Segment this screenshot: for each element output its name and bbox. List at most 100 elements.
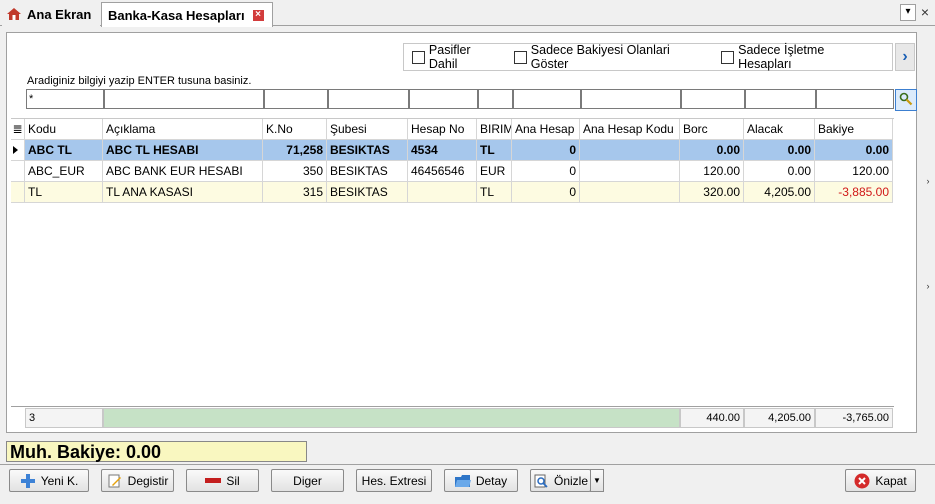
filter-input-birim[interactable] (478, 89, 513, 109)
table-row[interactable]: TL TL ANA KASASI 315 BESIKTAS TL 0 320.0… (11, 182, 894, 203)
column-header[interactable]: Borc (680, 119, 744, 140)
cell-kodu[interactable]: ABC TL (25, 140, 103, 161)
cell-borc[interactable]: 120.00 (680, 161, 744, 182)
cell-borc[interactable]: 0.00 (680, 140, 744, 161)
checkbox-box[interactable] (721, 50, 735, 64)
cell-anahesap[interactable]: 0 (512, 182, 580, 203)
tab-ana-ekran[interactable]: Ana Ekran (2, 2, 100, 26)
cell-anahesapkodu[interactable] (580, 140, 680, 161)
onizle-dropdown-icon[interactable]: ▼ (590, 469, 604, 492)
sil-label: Sil (226, 473, 240, 488)
muh-bakiye: Muh. Bakiye: 0.00 (6, 441, 307, 462)
kapat-button[interactable]: Kapat (845, 469, 916, 492)
row-indicator (11, 182, 25, 203)
cell-bakiye[interactable]: 120.00 (815, 161, 893, 182)
chevron-right-icon[interactable]: › (923, 281, 933, 291)
divider (0, 464, 935, 465)
cell-borc[interactable]: 320.00 (680, 182, 744, 203)
table-row[interactable]: ABC TL ABC TL HESABI 71,258 BESIKTAS 453… (11, 140, 894, 161)
cell-hesapno[interactable] (408, 182, 477, 203)
column-header[interactable]: Açıklama (103, 119, 263, 140)
sadece-bakiyesi-checkbox[interactable]: Sadece Bakiyesi Olanlari Göster (513, 43, 709, 71)
hes-extresi-label: Hes. Extresi (361, 473, 427, 488)
chevron-down-icon[interactable]: ▾ (900, 4, 916, 21)
detay-button[interactable]: Detay (444, 469, 518, 492)
checkbox-box[interactable] (513, 50, 527, 64)
cell-kno[interactable]: 71,258 (263, 140, 327, 161)
filter-input-borc[interactable] (681, 89, 745, 109)
filter-input-hesapno[interactable] (409, 89, 478, 109)
cell-kodu[interactable]: ABC_EUR (25, 161, 103, 182)
yeni-kayit-button[interactable]: Yeni K. (9, 469, 89, 492)
chevron-right-icon[interactable]: › (895, 43, 915, 71)
cell-hesapno[interactable]: 4534 (408, 140, 477, 161)
column-header[interactable]: Bakiye (815, 119, 893, 140)
cell-aciklama[interactable]: ABC BANK EUR HESABI (103, 161, 263, 182)
tab-strip: Ana Ekran Banka-Kasa Hesapları × ▾ × (0, 0, 935, 27)
column-header[interactable]: Kodu (25, 119, 103, 140)
column-header[interactable]: Ana Hesap (512, 119, 580, 140)
search-hint: Aradiginiz bilgiyi yazip ENTER tusuna ba… (27, 75, 252, 87)
cell-bakiye[interactable]: -3,885.00 (815, 182, 893, 203)
cell-birim[interactable]: TL (477, 182, 512, 203)
cell-kno[interactable]: 350 (263, 161, 327, 182)
cell-hesapno[interactable]: 46456546 (408, 161, 477, 182)
close-icon[interactable]: × (919, 4, 931, 21)
table-row[interactable]: ABC_EUR ABC BANK EUR HESABI 350 BESIKTAS… (11, 161, 894, 182)
cell-alacak[interactable]: 0.00 (744, 161, 815, 182)
cell-anahesap[interactable]: 0 (512, 140, 580, 161)
hes-extresi-button[interactable]: Hes. Extresi (356, 469, 432, 492)
filter-input-anahesapkodu[interactable] (581, 89, 681, 109)
column-header[interactable]: Alacak (744, 119, 815, 140)
degistir-button[interactable]: Degistir (101, 469, 174, 492)
folder-icon (454, 473, 471, 489)
filter-input-anahesap[interactable] (513, 89, 581, 109)
grid-footer: 3 440.00 4,205.00 -3,765.00 (11, 406, 894, 428)
cell-subesi[interactable]: BESIKTAS (327, 140, 408, 161)
filter-input-aciklama[interactable] (104, 89, 264, 109)
column-header[interactable]: BIRIM (477, 119, 512, 140)
cell-kno[interactable]: 315 (263, 182, 327, 203)
cell-bakiye[interactable]: 0.00 (815, 140, 893, 161)
sil-button[interactable]: Sil (186, 469, 259, 492)
filter-input-alacak[interactable] (745, 89, 816, 109)
home-icon (6, 6, 22, 22)
chevron-right-icon[interactable]: › (923, 176, 933, 186)
cell-subesi[interactable]: BESIKTAS (327, 182, 408, 203)
cell-aciklama[interactable]: ABC TL HESABI (103, 140, 263, 161)
filter-bar: Pasifler Dahil Sadece Bakiyesi Olanlari … (403, 43, 893, 71)
cell-aciklama[interactable]: TL ANA KASASI (103, 182, 263, 203)
diger-button[interactable]: Diger (271, 469, 344, 492)
cell-birim[interactable]: TL (477, 140, 512, 161)
tab-banka-kasa-label: Banka-Kasa Hesapları (108, 7, 245, 23)
filter-input-subesi[interactable] (328, 89, 409, 109)
cell-anahesap[interactable]: 0 (512, 161, 580, 182)
cell-anahesapkodu[interactable] (580, 161, 680, 182)
cell-kodu[interactable]: TL (25, 182, 103, 203)
column-header[interactable]: Ana Hesap Kodu (580, 119, 680, 140)
checkbox-box[interactable] (412, 50, 425, 64)
pasifler-dahil-checkbox[interactable]: Pasifler Dahil (412, 43, 502, 71)
tab-banka-kasa[interactable]: Banka-Kasa Hesapları × (101, 2, 273, 27)
cell-subesi[interactable]: BESIKTAS (327, 161, 408, 182)
column-header[interactable]: Hesap No (408, 119, 477, 140)
cell-birim[interactable]: EUR (477, 161, 512, 182)
filter-input-bakiye[interactable] (816, 89, 894, 109)
filter-input-kno[interactable] (264, 89, 328, 109)
close-circle-icon (854, 473, 870, 489)
row-pointer-icon (13, 146, 18, 154)
sadece-isletme-checkbox[interactable]: Sadece İşletme Hesapları (721, 43, 880, 71)
main-panel: Pasifler Dahil Sadece Bakiyesi Olanlari … (6, 32, 917, 433)
tab-close-icon[interactable]: × (252, 9, 264, 21)
cell-alacak[interactable]: 4,205.00 (744, 182, 815, 203)
search-icon (899, 92, 913, 109)
search-button[interactable] (895, 89, 917, 111)
filter-input-kodu[interactable]: * (26, 89, 104, 109)
column-header[interactable]: Şubesi (327, 119, 408, 140)
column-chooser-icon[interactable]: ≣ (11, 119, 25, 140)
cell-alacak[interactable]: 0.00 (744, 140, 815, 161)
cell-anahesapkodu[interactable] (580, 182, 680, 203)
onizle-button[interactable]: Önizle (530, 469, 591, 492)
column-header[interactable]: K.No (263, 119, 327, 140)
side-scroll-strip[interactable]: › › (921, 26, 935, 436)
